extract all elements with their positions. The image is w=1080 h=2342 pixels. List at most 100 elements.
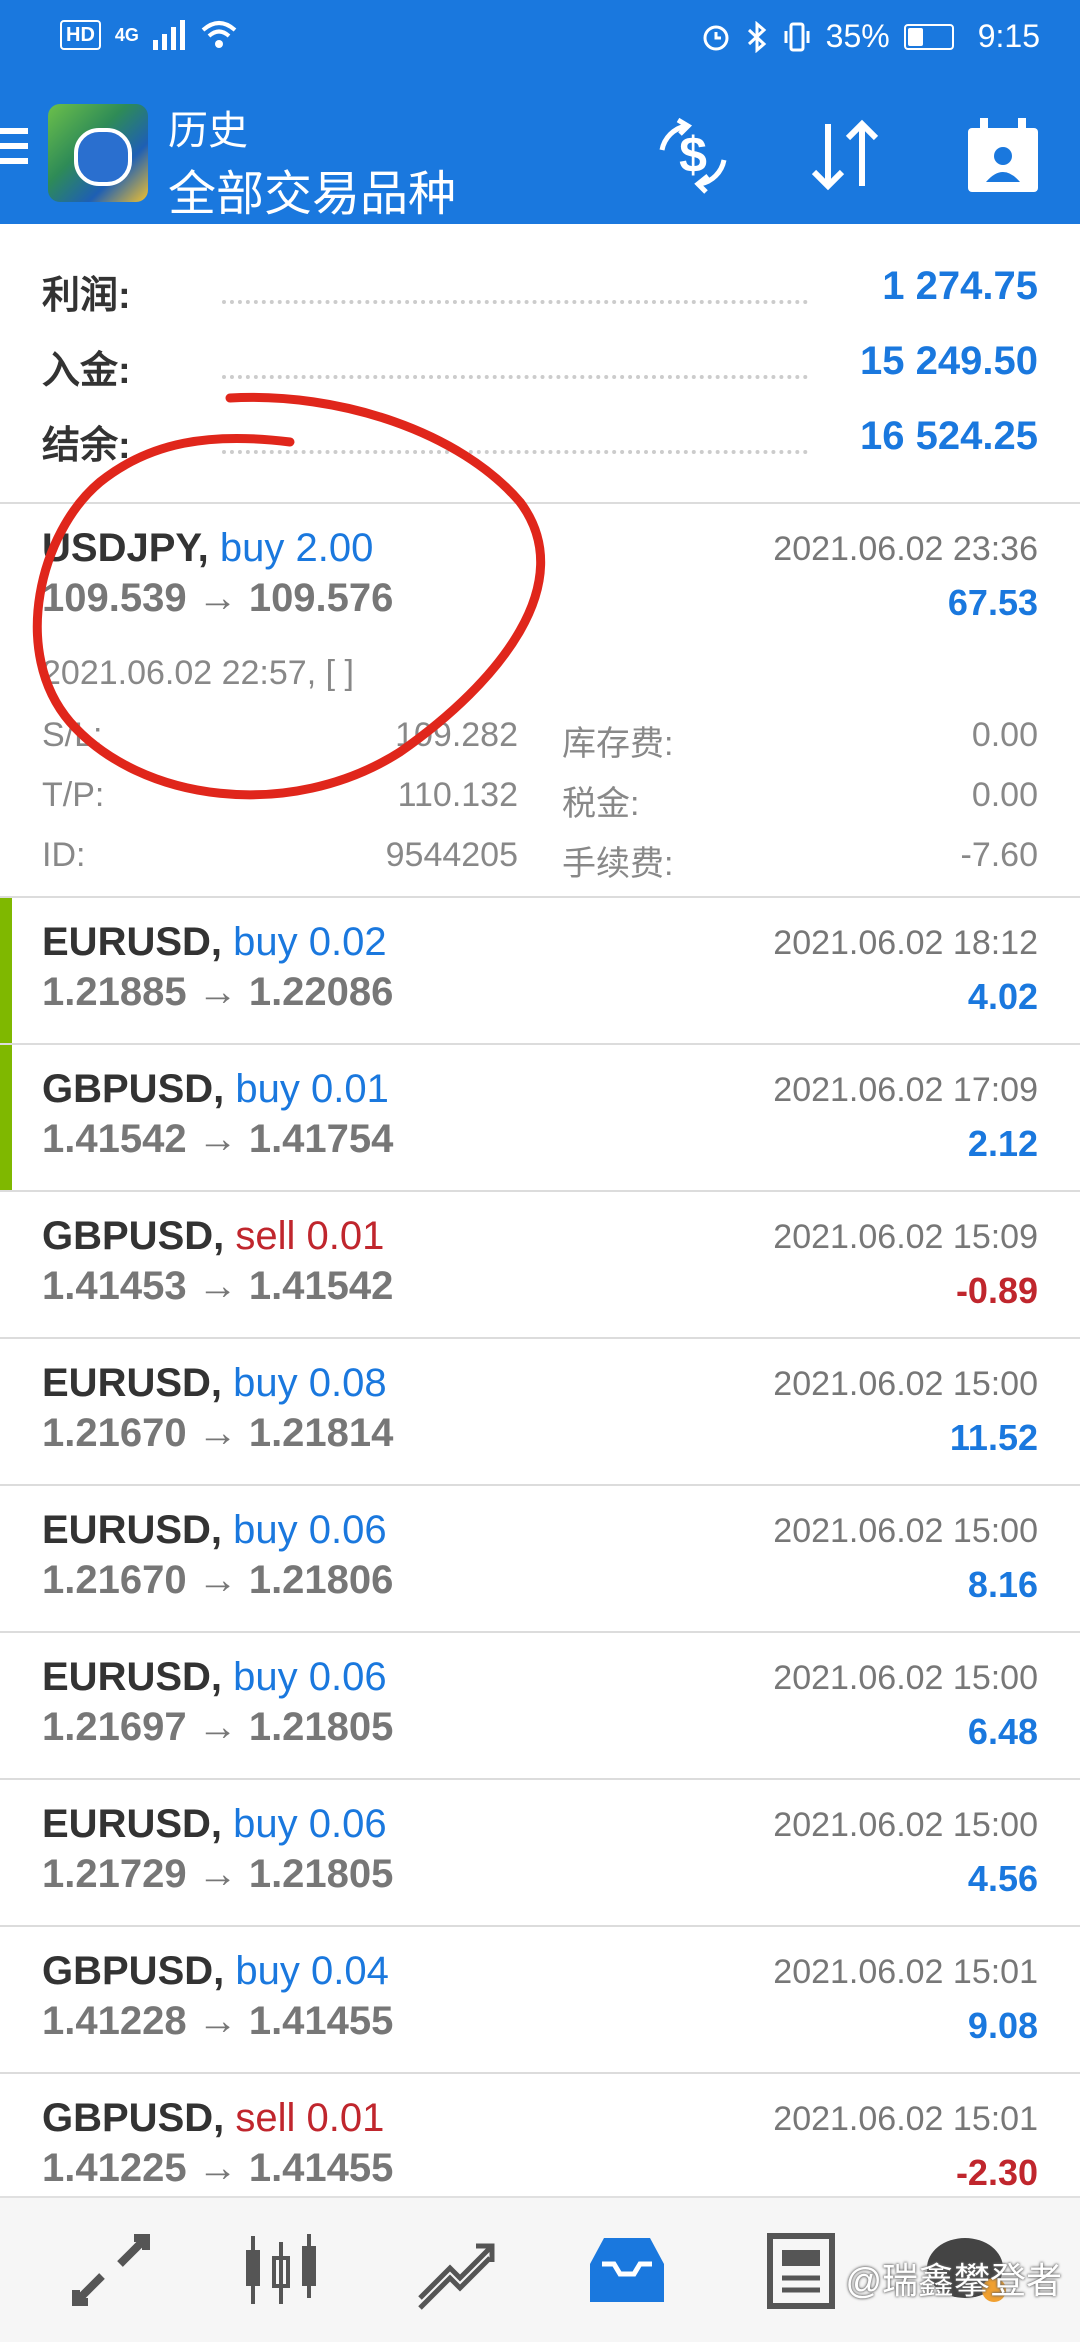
sl-label: S/L:: [42, 716, 103, 754]
profit-row: 利润: 1 274.75: [42, 264, 1038, 324]
trade-symbol: EURUSD,: [42, 1508, 223, 1552]
svg-text:$: $: [679, 127, 707, 183]
status-bar: HD 4G 35% 9:15: [0, 0, 1080, 80]
trade-row[interactable]: GBPUSD, buy 0.01 1.41542 → 1.41754 2021.…: [0, 1045, 1080, 1190]
deposit-label: 入金:: [42, 350, 131, 392]
trade-direction: buy 0.02: [233, 920, 387, 964]
trade-prices: 109.539 → 109.576: [42, 576, 394, 620]
symbol-filter[interactable]: 全部交易品种: [168, 154, 456, 224]
trade-icon[interactable]: [410, 2228, 500, 2312]
bottom-navigation: @瑞鑫攀登者: [0, 2196, 1080, 2342]
signal-icon: [152, 20, 185, 50]
trade-prices: 1.41228 → 1.41455: [42, 1999, 394, 2043]
trade-row[interactable]: EURUSD, buy 0.02 1.21885 → 1.22086 2021.…: [0, 898, 1080, 1043]
trade-direction: sell 0.01: [235, 2096, 385, 2140]
profit-label: 利润:: [42, 275, 131, 317]
chart-icon[interactable]: [236, 2228, 326, 2312]
network-type: 4G: [114, 24, 139, 45]
trade-close-time: 2021.06.02 15:00: [773, 1659, 1038, 1697]
deposit-value: 15 249.50: [860, 339, 1038, 383]
trade-row[interactable]: EURUSD, buy 0.06 1.21729 → 1.21805 2021.…: [0, 1780, 1080, 1925]
trade-prices: 1.21670 → 1.21814: [42, 1411, 394, 1455]
commission-value: -7.60: [960, 836, 1039, 874]
trade-symbol-line: GBPUSD, sell 0.01: [42, 2096, 384, 2141]
commission-label: 手续费:: [562, 845, 674, 883]
trade-close-time: 2021.06.02 15:01: [773, 1953, 1038, 1991]
trade-row[interactable]: GBPUSD, buy 0.04 1.41228 → 1.41455 2021.…: [0, 1927, 1080, 2072]
trade-symbol-line: USDJPY, buy 2.00: [42, 526, 373, 571]
menu-icon[interactable]: [0, 128, 28, 172]
trade-row[interactable]: EURUSD, buy 0.06 1.21697 → 1.21805 2021.…: [0, 1633, 1080, 1778]
battery-percent: 35%: [825, 18, 890, 54]
trade-row[interactable]: EURUSD, buy 0.06 1.21670 → 1.21806 2021.…: [0, 1486, 1080, 1631]
account-summary: 利润: 1 274.75 入金: 15 249.50 结余: 16 524.25: [0, 224, 1080, 502]
trade-symbol-line: EURUSD, buy 0.06: [42, 1508, 387, 1553]
trade-close-time: 2021.06.02 15:00: [773, 1512, 1038, 1550]
open-time-line: 2021.06.02 22:57, [ ]: [42, 654, 354, 693]
calendar-icon[interactable]: [958, 110, 1048, 200]
trade-symbol: EURUSD,: [42, 1361, 223, 1405]
id-value: 9544205: [385, 836, 518, 874]
id-label: ID:: [42, 836, 86, 874]
trade-symbol-line: GBPUSD, buy 0.01: [42, 1067, 389, 1112]
quotes-icon[interactable]: [66, 2228, 156, 2312]
trade-close-time: 2021.06.02 15:01: [773, 2100, 1038, 2138]
trade-prices: 1.41542 → 1.41754: [42, 1117, 394, 1161]
trade-symbol-line: EURUSD, buy 0.02: [42, 920, 387, 965]
clock: 9:15: [977, 18, 1040, 54]
trade-direction: buy 2.00: [219, 526, 374, 570]
new-trade-accent-bar: [0, 898, 12, 1043]
dotted-leader: [222, 375, 808, 379]
balance-label: 结余:: [42, 425, 131, 467]
trade-symbol: GBPUSD,: [42, 1067, 225, 1111]
app-bar: 历史 全部交易品种 $: [0, 80, 1080, 224]
currency-filter-icon[interactable]: $: [648, 110, 738, 200]
trade-profit: 9.08: [967, 2005, 1038, 2046]
trade-profit: 8.16: [967, 1564, 1038, 1605]
trade-prices: 1.21670 → 1.21806: [42, 1558, 394, 1602]
trade-direction: buy 0.08: [233, 1361, 387, 1405]
balance-row: 结余: 16 524.25: [42, 414, 1038, 474]
trade-row-expanded[interactable]: USDJPY, buy 2.00 109.539 → 109.576 2021.…: [0, 504, 1080, 896]
trade-profit: 67.53: [947, 582, 1038, 623]
trade-close-time: 2021.06.02 15:00: [773, 1365, 1038, 1403]
trade-profit: 4.02: [967, 976, 1038, 1017]
hd-badge: HD: [60, 20, 101, 50]
bluetooth-icon: [747, 20, 766, 53]
profit-value: 1 274.75: [882, 264, 1038, 308]
dotted-leader: [222, 300, 808, 304]
trade-prices: 1.41225 → 1.41455: [42, 2146, 394, 2190]
sl-value: 109.282: [395, 716, 518, 754]
trade-symbol-line: GBPUSD, sell 0.01: [42, 1214, 384, 1259]
vibrate-icon: [784, 22, 810, 51]
trade-profit: 11.52: [949, 1417, 1038, 1458]
trade-row[interactable]: GBPUSD, sell 0.01 1.41453 → 1.41542 2021…: [0, 1192, 1080, 1337]
trade-profit: -2.30: [955, 2152, 1038, 2193]
trade-symbol-line: EURUSD, buy 0.06: [42, 1802, 387, 1847]
trade-close-time: 2021.06.02 15:00: [773, 1806, 1038, 1844]
trade-close-time: 2021.06.02 23:36: [773, 530, 1038, 568]
app-logo: [48, 104, 148, 202]
trade-profit: 4.56: [967, 1858, 1038, 1899]
trade-symbol-line: EURUSD, buy 0.08: [42, 1361, 387, 1406]
trade-profit: -0.89: [955, 1270, 1038, 1311]
trade-direction: buy 0.06: [233, 1802, 387, 1846]
trade-prices: 1.21729 → 1.21805: [42, 1852, 394, 1896]
trade-close-time: 2021.06.02 17:09: [773, 1071, 1038, 1109]
swap-value: 0.00: [971, 716, 1038, 754]
trade-symbol: EURUSD,: [42, 1655, 223, 1699]
trade-prices: 1.41453 → 1.41542: [42, 1264, 394, 1308]
dotted-leader: [222, 450, 808, 454]
trade-direction: buy 0.06: [233, 1508, 387, 1552]
trade-row[interactable]: EURUSD, buy 0.08 1.21670 → 1.21814 2021.…: [0, 1339, 1080, 1484]
open-time: 2021.06.02 22:57,: [42, 654, 317, 692]
alarm-icon: [703, 25, 729, 50]
sort-icon[interactable]: [800, 110, 890, 200]
battery-icon: [903, 23, 954, 50]
trade-direction: sell 0.01: [235, 1214, 385, 1258]
trade-profit: 2.12: [967, 1123, 1038, 1164]
news-icon[interactable]: [756, 2228, 846, 2312]
trade-symbol-line: GBPUSD, buy 0.04: [42, 1949, 389, 1994]
history-icon[interactable]: [582, 2228, 672, 2312]
tax-label: 税金:: [562, 785, 640, 823]
